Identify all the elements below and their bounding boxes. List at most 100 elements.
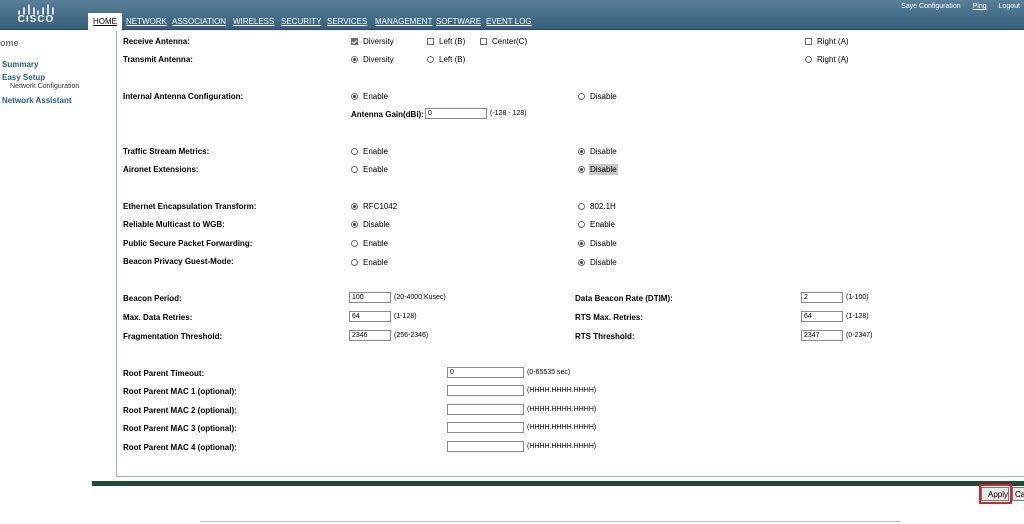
transmit-diversity-label: Diversity xyxy=(363,55,394,64)
receive-center-checkbox[interactable] xyxy=(480,38,487,45)
rts-threshold-input[interactable] xyxy=(801,330,843,341)
beacon-period-label: Beacon Period: xyxy=(123,294,182,303)
dtim-input[interactable] xyxy=(801,292,843,303)
cancel-button[interactable]: Ca xyxy=(1012,487,1024,501)
tab-software[interactable]: SOFTWARE xyxy=(436,17,481,27)
cisco-logo: CISCO xyxy=(16,3,56,27)
sidebar-item-network-configuration[interactable]: Network Configuration xyxy=(10,83,79,90)
internal-antenna-enable-radio[interactable] xyxy=(351,93,358,100)
receive-center-label: Center(C) xyxy=(492,37,528,46)
internal-antenna-label: Internal Antenna Configuration: xyxy=(123,92,244,101)
transmit-antenna-label: Transmit Antenna: xyxy=(123,55,193,64)
aironet-enable-label: Enable xyxy=(363,165,388,174)
transmit-diversity-radio[interactable] xyxy=(351,56,358,63)
root-parent-mac2-label: Root Parent MAC 2 (optional): xyxy=(123,406,237,415)
sidebar-item-easy-setup[interactable]: Easy Setup xyxy=(2,73,45,82)
rts-max-retries-label: RTS Max. Retries: xyxy=(575,313,644,322)
encap-rfc1042-label: RFC1042 xyxy=(363,202,398,211)
encap-8021h-radio[interactable] xyxy=(578,203,585,210)
internal-antenna-enable-label: Enable xyxy=(363,92,388,101)
root-parent-mac3-label: Root Parent MAC 3 (optional): xyxy=(123,424,237,433)
ethernet-encapsulation-label: Ethernet Encapsulation Transform: xyxy=(123,202,257,211)
apply-button[interactable]: Apply xyxy=(981,487,1009,501)
rts-threshold-label: RTS Threshold: xyxy=(575,332,635,341)
transmit-right-label: Right (A) xyxy=(817,55,849,64)
root-parent-timeout-label: Root Parent Timeout: xyxy=(123,369,205,378)
transmit-left-label: Left (B) xyxy=(439,55,466,64)
dtim-hint: (1-100) xyxy=(846,294,869,301)
root-parent-mac4-input[interactable] xyxy=(447,441,524,452)
logout-link[interactable]: Logout xyxy=(999,3,1020,10)
tab-management[interactable]: MANAGEMENT xyxy=(375,17,432,27)
max-data-retries-hint: (1-128) xyxy=(394,313,417,320)
transmit-left-radio[interactable] xyxy=(427,56,434,63)
pspf-enable-radio[interactable] xyxy=(351,240,358,247)
tab-security[interactable]: SECURITY xyxy=(281,17,321,27)
pspf-enable-label: Enable xyxy=(363,239,388,248)
root-parent-mac1-input[interactable] xyxy=(447,385,524,396)
tab-wireless[interactable]: WIRELESS xyxy=(233,17,274,27)
beacon-privacy-enable-radio[interactable] xyxy=(351,259,358,266)
tab-home[interactable]: HOME xyxy=(88,13,122,30)
tab-services[interactable]: SERVICES xyxy=(327,17,367,27)
dtim-label: Data Beacon Rate (DTIM): xyxy=(575,294,673,303)
internal-antenna-disable-radio[interactable] xyxy=(578,93,585,100)
header-links: Saye Configuration Ping Logout xyxy=(891,3,1020,10)
max-data-retries-input[interactable] xyxy=(349,311,391,322)
multicast-enable-label: Enable xyxy=(590,220,615,229)
encap-8021h-label: 802.1H xyxy=(590,202,616,211)
max-data-retries-label: Max. Data Retries: xyxy=(123,313,193,322)
multicast-disable-radio[interactable] xyxy=(351,221,358,228)
root-parent-mac1-hint: (HHHH.HHHH.HHHH) xyxy=(527,387,597,394)
receive-antenna-label: Receive Antenna: xyxy=(123,37,190,46)
reliable-multicast-label: Reliable Multicast to WGB: xyxy=(123,220,225,229)
sidebar-item-home[interactable]: ome xyxy=(0,38,19,48)
fragmentation-threshold-input[interactable] xyxy=(349,330,391,341)
aironet-disable-radio[interactable] xyxy=(578,166,585,173)
root-parent-mac3-input[interactable] xyxy=(447,422,524,433)
receive-diversity-checkbox[interactable] xyxy=(351,38,358,45)
tsm-disable-radio[interactable] xyxy=(578,148,585,155)
ping-link[interactable]: Ping xyxy=(973,3,987,10)
beacon-period-input[interactable] xyxy=(349,292,391,303)
pspf-disable-radio[interactable] xyxy=(578,240,585,247)
aironet-disable-label: Disable xyxy=(589,164,618,175)
root-parent-mac2-hint: (HHHH.HHHH.HHHH) xyxy=(527,406,597,413)
traffic-stream-metrics-label: Traffic Stream Metrics: xyxy=(123,147,210,156)
sidebar-item-network-assistant[interactable]: Network Assistant xyxy=(2,96,72,105)
rts-threshold-hint: (0-2347) xyxy=(846,332,873,339)
encap-rfc1042-radio[interactable] xyxy=(351,203,358,210)
root-parent-mac2-input[interactable] xyxy=(447,404,524,415)
tab-network[interactable]: NETWORK xyxy=(126,17,167,27)
sidebar: ome Summary Easy Setup Network Configura… xyxy=(0,31,88,481)
root-parent-timeout-input[interactable] xyxy=(447,367,524,378)
root-parent-mac3-hint: (HHHH.HHHH.HHHH) xyxy=(527,424,597,431)
fragmentation-threshold-label: Fragmentation Threshold: xyxy=(123,332,223,341)
aironet-enable-radio[interactable] xyxy=(351,166,358,173)
footer-bar xyxy=(92,481,1024,486)
save-configuration-link[interactable]: Saye Configuration xyxy=(901,3,961,10)
receive-right-label: Right (A) xyxy=(817,37,849,46)
tsm-disable-label: Disable xyxy=(590,147,617,156)
sidebar-item-summary[interactable]: Summary xyxy=(2,60,38,69)
beacon-privacy-disable-radio[interactable] xyxy=(578,259,585,266)
pspf-disable-label: Disable xyxy=(590,239,617,248)
tab-event-log[interactable]: EVENT LOG xyxy=(486,17,532,27)
beacon-privacy-enable-label: Enable xyxy=(363,258,388,267)
tsm-enable-label: Enable xyxy=(363,147,388,156)
rts-max-retries-input[interactable] xyxy=(801,311,843,322)
receive-left-checkbox[interactable] xyxy=(427,38,434,45)
receive-right-checkbox[interactable] xyxy=(805,38,812,45)
tab-association[interactable]: ASSOCIATION xyxy=(172,17,226,27)
pspf-label: Public Secure Packet Forwarding: xyxy=(123,239,253,248)
antenna-gain-input[interactable] xyxy=(425,108,487,119)
multicast-disable-label: Disable xyxy=(363,220,390,229)
top-header: CISCO HOME NETWORK ASSOCIATION WIRELESS … xyxy=(0,0,1024,30)
internal-antenna-disable-label: Disable xyxy=(590,92,617,101)
beacon-privacy-label: Beacon Privacy Guest-Mode: xyxy=(123,257,234,266)
receive-diversity-label: Diversity xyxy=(363,37,394,46)
root-parent-mac4-label: Root Parent MAC 4 (optional): xyxy=(123,443,237,452)
transmit-right-radio[interactable] xyxy=(805,56,812,63)
multicast-enable-radio[interactable] xyxy=(578,221,585,228)
tsm-enable-radio[interactable] xyxy=(351,148,358,155)
